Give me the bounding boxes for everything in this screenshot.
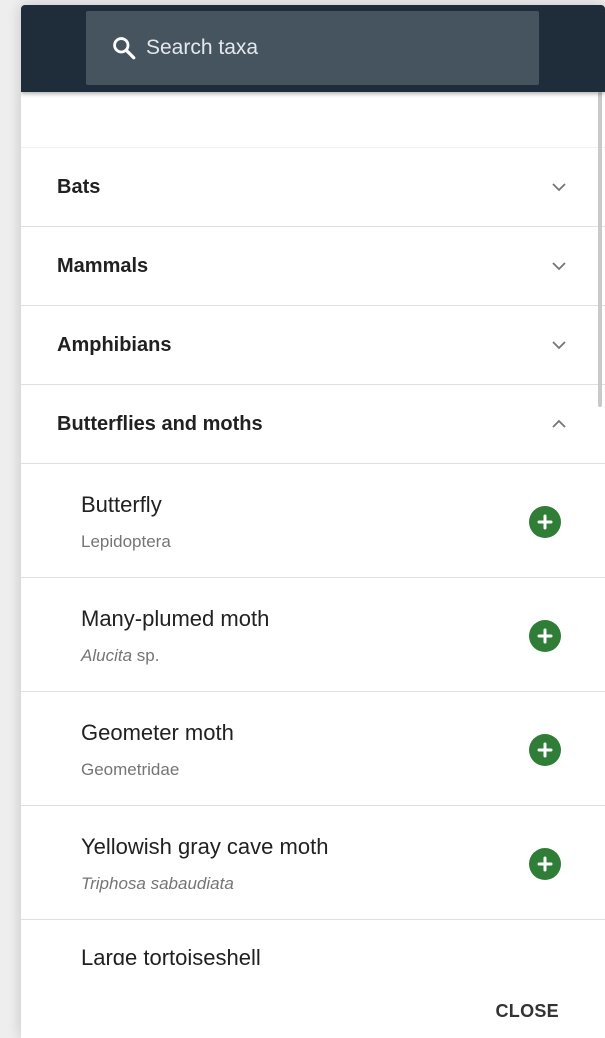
close-button[interactable]: CLOSE xyxy=(495,1001,559,1022)
add-taxon-button[interactable] xyxy=(529,620,561,652)
category-butterflies-and-moths[interactable]: Butterflies and moths xyxy=(21,385,605,464)
taxa-list[interactable]: Bats Mammals Amphibians Butterflies and … xyxy=(21,92,605,965)
scrollbar[interactable] xyxy=(598,92,602,407)
chevron-down-icon xyxy=(549,256,569,276)
search-header xyxy=(21,5,605,92)
plus-icon xyxy=(537,856,553,872)
chevron-up-icon xyxy=(549,414,569,434)
search-box[interactable] xyxy=(86,11,539,85)
add-taxon-button[interactable] xyxy=(529,734,561,766)
plus-icon xyxy=(537,628,553,644)
taxon-common-name: Large tortoiseshell xyxy=(81,945,261,965)
taxa-dialog: Bats Mammals Amphibians Butterflies and … xyxy=(21,5,605,1038)
taxon-scientific-name: Triphosa sabaudiata xyxy=(81,874,234,894)
taxon-common-name: Butterfly xyxy=(81,492,162,517)
list-spacer xyxy=(21,92,605,148)
category-label: Butterflies and moths xyxy=(57,412,263,435)
category-bats[interactable]: Bats xyxy=(21,148,605,227)
list-item: Many-plumed moth Alucita sp. xyxy=(21,578,605,692)
add-taxon-button[interactable] xyxy=(529,848,561,880)
category-label: Amphibians xyxy=(57,333,172,356)
taxon-rank-suffix: sp. xyxy=(132,646,160,665)
dialog-actions: CLOSE xyxy=(21,965,605,1038)
search-icon xyxy=(111,35,137,61)
taxon-common-name: Geometer moth xyxy=(81,720,234,745)
list-item: Large tortoiseshell xyxy=(21,920,605,965)
taxon-common-name: Many-plumed moth xyxy=(81,606,270,631)
list-item: Yellowish gray cave moth Triphosa sabaud… xyxy=(21,806,605,920)
taxon-species: Triphosa sabaudiata xyxy=(81,874,234,893)
list-item: Butterfly Lepidoptera xyxy=(21,464,605,578)
taxon-scientific-name: Geometridae xyxy=(81,760,180,779)
taxon-scientific-name: Lepidoptera xyxy=(81,532,171,551)
plus-icon xyxy=(537,742,553,758)
category-label: Bats xyxy=(57,175,101,198)
list-item: Geometer moth Geometridae xyxy=(21,692,605,806)
category-mammals[interactable]: Mammals xyxy=(21,227,605,306)
add-taxon-button[interactable] xyxy=(529,506,561,538)
category-amphibians[interactable]: Amphibians xyxy=(21,306,605,385)
taxon-genus: Alucita xyxy=(81,646,133,665)
category-label: Mammals xyxy=(57,254,149,277)
chevron-down-icon xyxy=(549,177,569,197)
chevron-down-icon xyxy=(549,335,569,355)
taxon-scientific-name: Alucita sp. xyxy=(81,646,159,666)
plus-icon xyxy=(537,514,553,530)
search-input[interactable] xyxy=(146,36,506,60)
taxon-common-name: Yellowish gray cave moth xyxy=(81,834,329,859)
